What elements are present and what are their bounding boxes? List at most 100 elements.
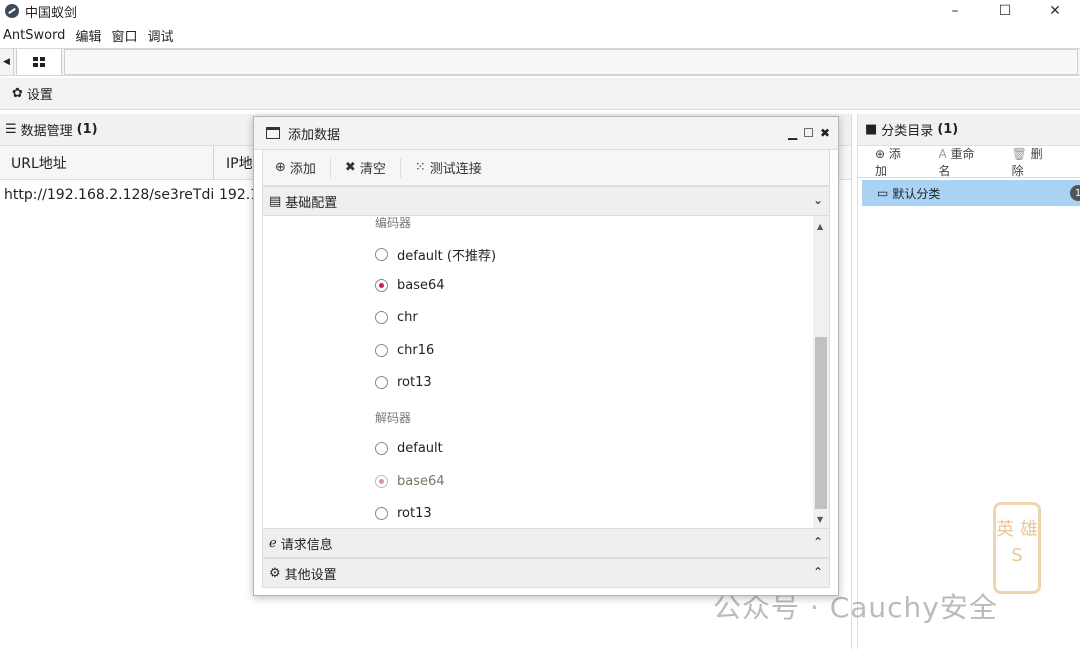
chevron-down-icon: ⌄ [812, 193, 823, 207]
rename-category-label: 重命名 [938, 146, 975, 178]
add-category-button[interactable]: ⊕ 添加 [875, 145, 924, 179]
option-label: base64 [397, 278, 445, 293]
scrollbar-thumb[interactable] [815, 337, 827, 509]
add-button-label: 添加 [289, 162, 316, 177]
category-toolbar: ⊕ 添加 A 重命名 🗑 删除 [858, 146, 1080, 178]
section-other-settings-label: 其他设置 [284, 567, 337, 583]
option-label: base64 [397, 474, 445, 489]
dialog-close-button[interactable]: ✖ [820, 126, 830, 140]
dialog-titlebar[interactable]: 添加数据 ▁ ☐ ✖ [254, 117, 838, 150]
encoder-option-chr16[interactable]: chr16 [375, 343, 434, 358]
chevron-up-icon: ⌃ [812, 535, 823, 549]
dialog-minimize-button[interactable]: ▁ [788, 126, 797, 140]
section-basic-config-label: 基础配置 [285, 195, 338, 211]
category-title: 分类目录 [881, 124, 934, 139]
window-title: 中国蚁剑 [25, 5, 78, 21]
grid-icon [33, 57, 45, 67]
gear-icon: ✿ [12, 86, 23, 101]
radio-icon [375, 507, 388, 520]
menu-antsword[interactable]: AntSword [3, 28, 65, 43]
gears-icon: ⚙ [269, 565, 281, 581]
menu-window[interactable]: 窗口 [111, 26, 137, 45]
list-icon: ☰ [5, 122, 17, 137]
category-item-default[interactable]: ▭ 默认分类 1 [862, 180, 1080, 206]
close-button[interactable]: ✕ [1030, 0, 1080, 22]
section-request-info-label: 请求信息 [280, 537, 333, 553]
category-item-label: 默认分类 [892, 186, 941, 201]
maximize-button[interactable]: ☐ [980, 0, 1030, 22]
menu-edit[interactable]: 编辑 [75, 26, 101, 45]
e-icon: ℯ [269, 535, 277, 551]
folder-open-icon: ▭ [877, 186, 889, 200]
menu-bar: AntSword 编辑 窗口 调试 [0, 24, 1080, 46]
option-label: rot13 [397, 506, 432, 521]
radio-icon [375, 376, 388, 389]
vertical-scrollbar[interactable]: ▲ ▼ [813, 216, 829, 528]
section-request-info[interactable]: ℯ 请求信息 ⌃ [262, 528, 830, 558]
column-divider[interactable] [213, 146, 214, 180]
category-count: (1) [937, 122, 959, 137]
decoder-option-base64[interactable]: base64 [375, 474, 445, 489]
toolbar-divider [399, 157, 401, 178]
clear-button[interactable]: ✖ 清空 [345, 158, 386, 177]
cell-url: http://192.168.2.128/se3reTdir777 [4, 187, 214, 203]
antsword-logo-icon [5, 4, 19, 18]
encoder-option-default[interactable]: default (不推荐) [375, 245, 496, 264]
dialog-maximize-button[interactable]: ☐ [803, 126, 814, 140]
minimize-button[interactable]: – [930, 0, 980, 22]
toolbar-divider [329, 157, 331, 178]
decoder-option-rot13[interactable]: rot13 [375, 506, 432, 521]
tab-bar: ◀ [0, 48, 1080, 76]
encoder-option-rot13[interactable]: rot13 [375, 375, 432, 390]
test-connection-button[interactable]: ⁙ 测试连接 [415, 158, 482, 177]
basic-config-body: 编码器 default (不推荐) base64 chr chr16 rot13… [262, 216, 830, 528]
tab-scroll-left-button[interactable]: ◀ [0, 49, 14, 75]
radio-checked-icon [375, 475, 388, 488]
decoder-label: 解码器 [375, 411, 412, 425]
decoder-option-default[interactable]: default [375, 441, 443, 456]
folder-icon: ■ [865, 122, 878, 137]
section-other-settings[interactable]: ⚙ 其他设置 ⌃ [262, 558, 830, 588]
tab-home[interactable] [16, 49, 62, 75]
category-header: ■ 分类目录 (1) [858, 114, 1080, 146]
delete-category-button[interactable]: 🗑 删除 [1012, 145, 1066, 179]
add-data-dialog: 添加数据 ▁ ☐ ✖ ⊕ 添加 ✖ 清空 ⁙ 测试连接 ▤ 基础配置 ⌄ 编码器… [253, 116, 839, 596]
rename-category-button[interactable]: A 重命名 [938, 145, 997, 179]
radio-checked-icon [375, 279, 388, 292]
section-basic-config[interactable]: ▤ 基础配置 ⌄ [262, 186, 830, 216]
encoder-label: 编码器 [375, 216, 412, 230]
clear-button-label: 清空 [359, 162, 386, 177]
document-icon: ▤ [269, 193, 282, 209]
option-label: chr [397, 310, 418, 325]
settings-bar: ✿ 设置 [0, 78, 1080, 110]
window-controls: – ☐ ✕ [930, 0, 1080, 22]
scroll-down-icon[interactable]: ▼ [817, 515, 823, 524]
column-header-url[interactable]: URL地址 [11, 153, 67, 173]
option-label: default [397, 441, 443, 456]
settings-button[interactable]: 设置 [27, 84, 53, 103]
encoder-option-chr[interactable]: chr [375, 310, 418, 325]
scroll-up-icon[interactable]: ▲ [817, 222, 823, 231]
option-label: rot13 [397, 375, 432, 390]
option-label: chr16 [397, 343, 435, 358]
radio-icon [375, 344, 388, 357]
tab-strip [64, 49, 1078, 75]
dialog-title: 添加数据 [288, 127, 341, 143]
radio-icon [375, 311, 388, 324]
delete-category-label: 删除 [1011, 146, 1043, 178]
radio-icon [375, 442, 388, 455]
option-label: default (不推荐) [397, 249, 497, 264]
chevron-up-icon: ⌃ [812, 565, 823, 579]
category-count-badge: 1 [1070, 185, 1080, 201]
add-button[interactable]: ⊕ 添加 [275, 158, 316, 177]
dialog-controls: ▁ ☐ ✖ [788, 126, 830, 140]
window-titlebar: 中国蚁剑 – ☐ ✕ [0, 0, 1080, 22]
test-connection-label: 测试连接 [429, 162, 482, 177]
column-header-ip[interactable]: IP地 [226, 153, 253, 173]
window-icon [266, 127, 280, 139]
watermark-logo: 英 雄 S [993, 502, 1041, 594]
dialog-toolbar: ⊕ 添加 ✖ 清空 ⁙ 测试连接 [262, 150, 830, 186]
panel-count: (1) [76, 122, 98, 137]
encoder-option-base64[interactable]: base64 [375, 278, 445, 293]
menu-debug[interactable]: 调试 [147, 26, 173, 45]
